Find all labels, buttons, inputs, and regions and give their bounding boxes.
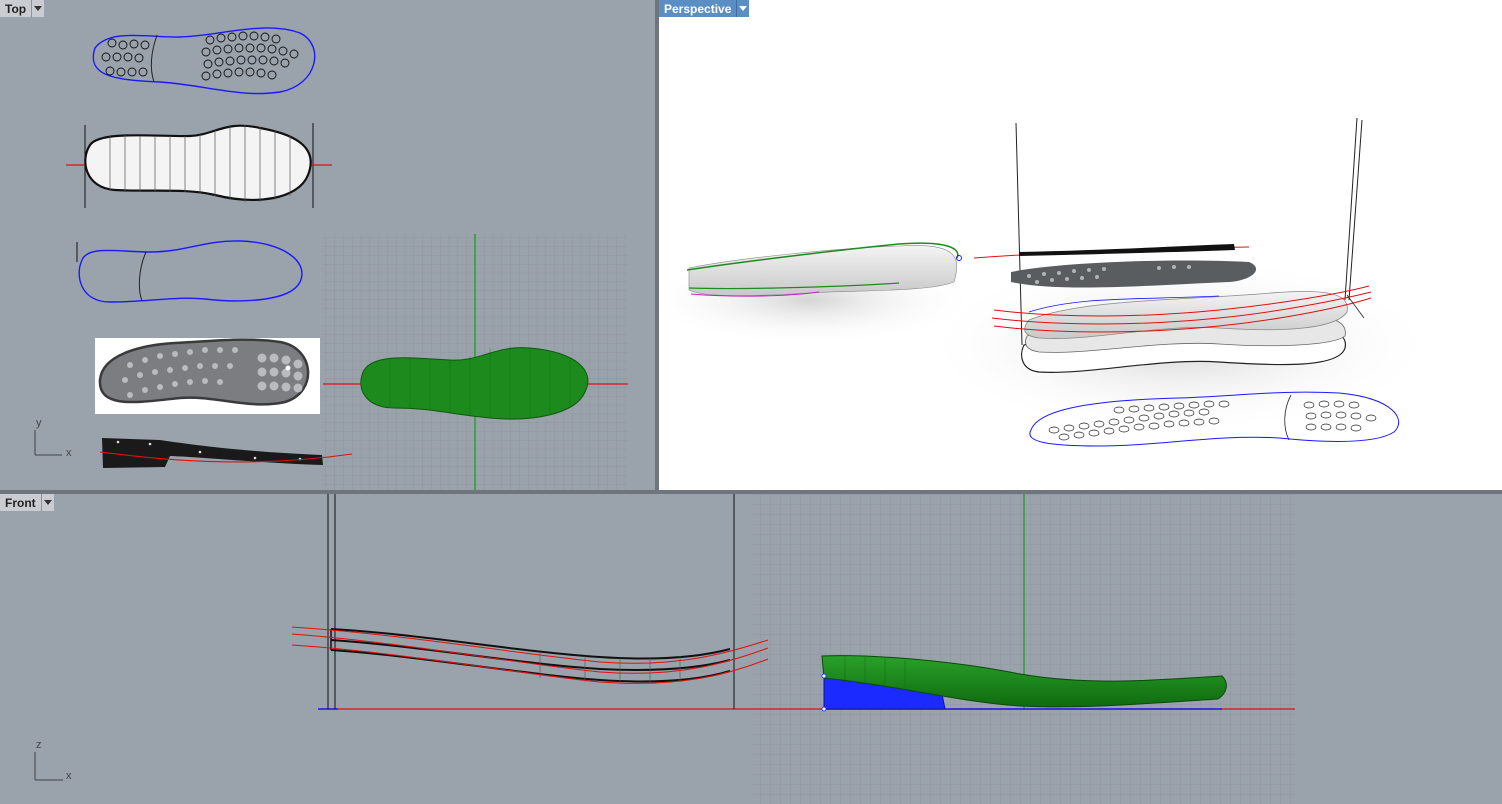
axis-z-label: z xyxy=(36,739,42,751)
axis-indicator: y x xyxy=(34,417,72,459)
sole-section-outline[interactable] xyxy=(66,123,332,208)
perspective-viewport-tab[interactable]: Perspective xyxy=(659,0,750,17)
axis-x-label: x xyxy=(66,447,72,459)
perspective-viewport-menu-button[interactable] xyxy=(736,0,750,17)
top-viewport-title[interactable]: Top xyxy=(0,0,32,17)
sole-side-profile-image[interactable] xyxy=(99,438,353,468)
top-viewport[interactable]: Top y x xyxy=(0,0,655,490)
chevron-down-icon xyxy=(43,500,52,505)
axis-y-label: y xyxy=(36,417,42,429)
chevron-down-icon xyxy=(34,6,43,11)
left-sole-render[interactable] xyxy=(686,242,962,297)
front-viewport-menu-button[interactable] xyxy=(40,494,54,511)
insole-surface-green[interactable] xyxy=(360,347,589,420)
axis-x-label: x xyxy=(66,770,72,782)
sole-reference-image[interactable] xyxy=(95,338,320,414)
chevron-down-icon xyxy=(739,6,748,11)
perspective-viewport-title[interactable]: Perspective xyxy=(659,0,737,17)
tread-circles xyxy=(101,31,299,81)
frame-lines xyxy=(327,494,735,709)
front-viewport[interactable]: Front z x xyxy=(0,494,1502,804)
front-viewport-title[interactable]: Front xyxy=(0,494,41,511)
top-viewport-menu-button[interactable] xyxy=(31,0,45,17)
highlight-dot xyxy=(285,365,291,371)
top-viewport-canvas[interactable]: y x xyxy=(0,0,655,490)
front-viewport-tab[interactable]: Front xyxy=(0,494,54,511)
sole-profile-curves[interactable] xyxy=(291,626,769,684)
outsole-tread-outline[interactable] xyxy=(92,27,316,95)
front-viewport-canvas[interactable]: z x xyxy=(0,494,1502,804)
perspective-viewport[interactable]: Perspective xyxy=(659,0,1502,490)
insole-outline[interactable] xyxy=(76,240,303,303)
axis-indicator: z x xyxy=(34,739,72,782)
perspective-viewport-canvas[interactable] xyxy=(659,0,1502,490)
top-viewport-tab[interactable]: Top xyxy=(0,0,45,17)
